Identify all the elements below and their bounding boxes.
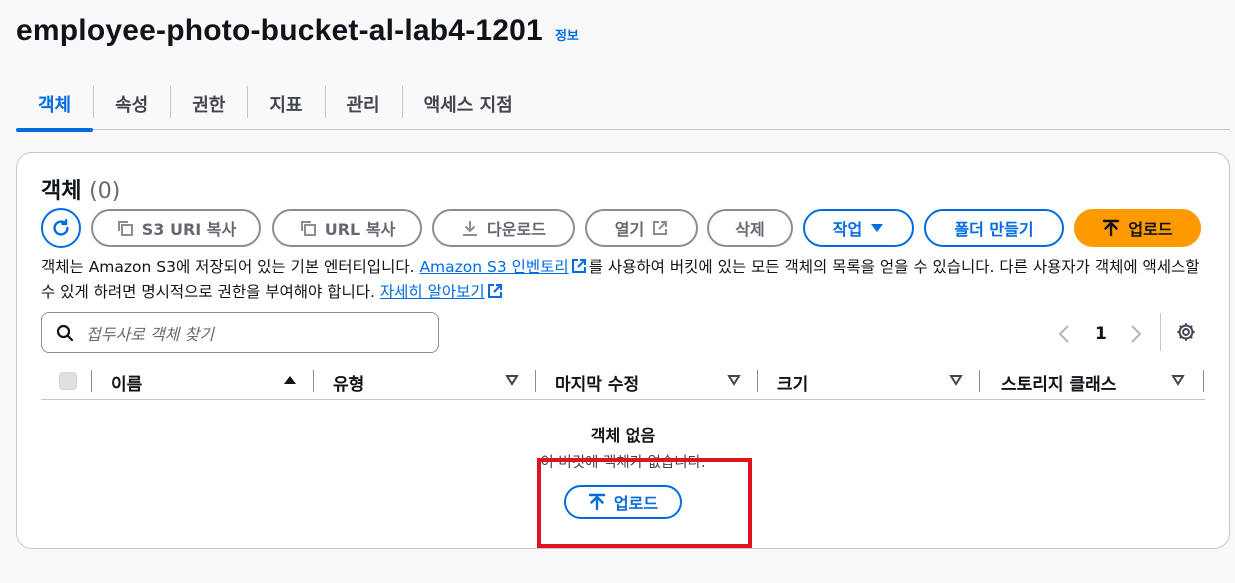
search-icon [56, 324, 74, 341]
sort-icon [949, 375, 963, 386]
info-link[interactable]: 정보 [555, 25, 579, 44]
objects-panel: 객체 (0) S3 URI 복사 URL 복사 다운로드 열기 삭제 작업 폴더… [16, 152, 1230, 549]
refresh-button[interactable] [41, 208, 81, 248]
object-count: (0) [89, 179, 121, 204]
external-link-icon [487, 284, 502, 298]
tab-properties[interactable]: 속성 [93, 78, 170, 130]
search-input[interactable]: 접두사로 객체 찾기 [41, 312, 439, 353]
sort-icon [505, 375, 519, 386]
upload-icon [588, 493, 606, 511]
upload-button[interactable]: 업로드 [1074, 209, 1201, 247]
copy-url-label: URL 복사 [324, 220, 396, 239]
bucket-tabs: 객체 속성 권한 지표 관리 액세스 지점 [16, 78, 1230, 132]
open-button[interactable]: 열기 [585, 209, 698, 247]
download-label: 다운로드 [487, 220, 546, 239]
next-page-button[interactable] [1129, 319, 1143, 349]
empty-state-upload-button[interactable]: 업로드 [564, 485, 682, 519]
column-divider [91, 370, 92, 392]
copy-icon [300, 221, 316, 236]
empty-state-description: 이 버킷에 객체가 없습니다. [540, 455, 706, 471]
pagination-divider [1160, 313, 1161, 351]
delete-label: 삭제 [735, 220, 765, 239]
column-header-type[interactable]: 유형 [333, 364, 364, 400]
gear-icon [1177, 323, 1195, 341]
refresh-icon [53, 219, 69, 236]
actions-dropdown[interactable]: 작업 [803, 209, 914, 247]
download-button[interactable]: 다운로드 [432, 209, 575, 247]
external-link-icon [653, 221, 668, 235]
column-header-storage-class[interactable]: 스토리지 클래스 [1001, 364, 1116, 400]
column-header-size[interactable]: 크기 [777, 364, 808, 400]
actions-label: 작업 [832, 220, 863, 239]
sort-ascending-icon [284, 376, 296, 384]
upload-icon [1103, 219, 1120, 237]
sort-icon [727, 375, 741, 386]
caret-down-icon [871, 224, 884, 232]
sort-icon [1171, 375, 1185, 386]
page-title: employee-photo-bucket-al-lab4-1201 [16, 14, 543, 47]
column-divider [979, 370, 980, 392]
create-folder-button[interactable]: 폴더 만들기 [924, 209, 1064, 247]
copy-s3-uri-label: S3 URI 복사 [141, 220, 237, 239]
learn-more-link[interactable]: 자세히 알아보기 [380, 283, 485, 301]
description-text-1: 객체는 Amazon S3에 저장되어 있는 기본 엔터티입니다. [41, 258, 420, 276]
download-icon [463, 221, 478, 236]
tab-metrics[interactable]: 지표 [247, 78, 324, 130]
column-divider [757, 370, 758, 392]
open-label: 열기 [614, 220, 645, 239]
objects-description: 객체는 Amazon S3에 저장되어 있는 기본 엔터티입니다. Amazon… [41, 255, 1211, 305]
current-page[interactable]: 1 [1095, 319, 1107, 349]
column-header-last-modified[interactable]: 마지막 수정 [555, 364, 639, 400]
panel-title: 객체 (0) [41, 173, 120, 205]
tab-objects[interactable]: 객체 [16, 78, 94, 132]
column-divider [1203, 370, 1204, 392]
column-divider [313, 370, 314, 392]
empty-state-title: 객체 없음 [590, 426, 656, 445]
select-all-checkbox[interactable] [59, 372, 77, 390]
page-header: employee-photo-bucket-al-lab4-1201 정보 [16, 14, 579, 48]
tab-access-points[interactable]: 액세스 지점 [401, 78, 535, 130]
search-placeholder: 접두사로 객체 찾기 [86, 324, 214, 344]
preferences-button[interactable] [1175, 321, 1197, 347]
upload-label: 업로드 [1128, 220, 1173, 239]
chevron-right-icon [1131, 325, 1142, 343]
create-folder-label: 폴더 만들기 [954, 220, 1034, 239]
panel-title-text: 객체 [41, 179, 82, 204]
column-divider [535, 370, 536, 392]
copy-url-button[interactable]: URL 복사 [272, 209, 422, 247]
tab-permissions[interactable]: 권한 [170, 78, 247, 130]
delete-button[interactable]: 삭제 [707, 209, 793, 247]
chevron-left-icon [1058, 325, 1069, 343]
previous-page-button[interactable] [1057, 319, 1071, 349]
tab-management[interactable]: 관리 [324, 78, 402, 130]
empty-state-upload-label: 업로드 [613, 494, 659, 513]
external-link-icon [571, 259, 586, 273]
copy-icon [117, 221, 133, 236]
s3-inventory-link[interactable]: Amazon S3 인벤토리 [419, 258, 568, 276]
copy-s3-uri-button[interactable]: S3 URI 복사 [91, 209, 261, 247]
column-header-name[interactable]: 이름 [111, 364, 142, 400]
objects-table-header: 이름 유형 마지막 수정 크기 스토리지 클래스 [41, 364, 1205, 400]
